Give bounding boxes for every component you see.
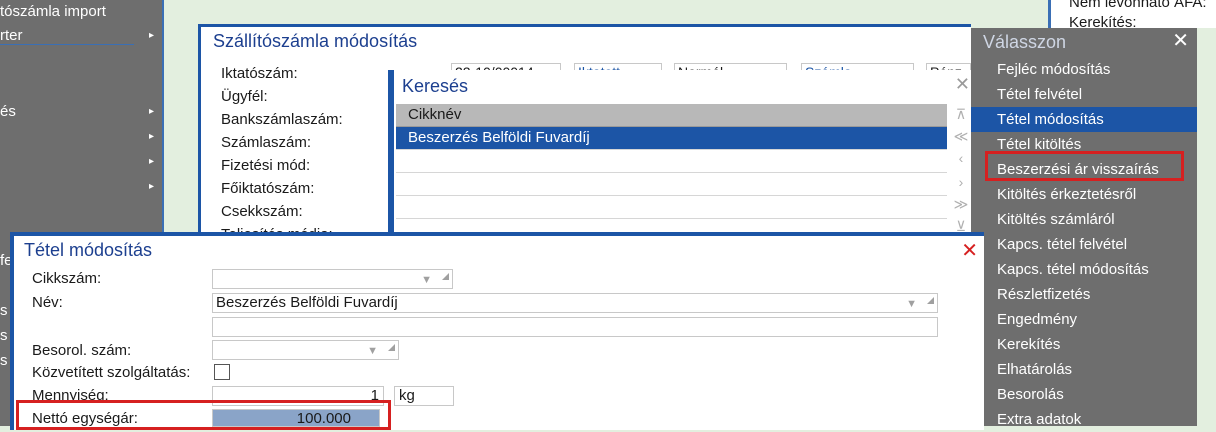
menu-item-label: Besorolás [997,386,1064,403]
menu-item-elhatarolas[interactable]: Elhatárolás [971,357,1197,382]
window-title: Tétel módosítás [24,240,153,260]
nev-label: Név: [32,294,63,311]
chevron-right-icon: ▸ [148,131,154,142]
menu-item-label: Kerekítés [997,336,1061,353]
close-icon[interactable]: ✕ [1172,28,1189,53]
chevron-right-icon: ▸ [148,106,154,117]
resize-grip-icon [927,297,934,304]
cikkszam-label: Cikkszám: [32,270,102,287]
menu-fragment[interactable]: s [0,327,8,344]
highlight-box [985,151,1184,181]
menu-item-label: Tétel módosítás [997,111,1104,128]
kozvetitett-checkbox[interactable] [214,364,230,380]
menu-item-tetel-modositas[interactable]: Tétel módosítás [971,107,1197,132]
menu-item-besorolas[interactable]: Besorolás [971,382,1197,407]
table-row[interactable] [396,196,947,219]
menu-item-label: Kapcs. tétel módosítás [997,261,1149,278]
menu-item-5[interactable]: ▸ [0,150,160,174]
menu-item-fejlec-modositas[interactable]: Fejléc módosítás [971,57,1197,82]
column-header-cikknev[interactable]: Cikknév [396,104,947,127]
besorol-dropdown[interactable]: ▼ [212,340,399,360]
menu-fragment[interactable]: s [0,352,8,369]
menu-title: Válasszon [983,32,1067,52]
window-title: Keresés [402,76,469,96]
table-row[interactable] [396,150,947,173]
first-page-icon[interactable]: ⊼ [952,106,970,123]
field-label: Főiktatószám: [221,180,315,197]
menu-fragment[interactable]: s [0,302,8,319]
chevron-right-icon: ▸ [148,156,154,167]
menu-item-kitoltes-erkeztetesrol[interactable]: Kitöltés érkeztetésről [971,182,1197,207]
menu-item-label: Kitöltés érkeztetésről [997,186,1137,203]
menu-item-szamla-import[interactable]: tószámla import [0,0,160,24]
menu-item-label: Kitöltés számláról [997,211,1115,228]
menu-item-label: Részletfizetés [997,286,1091,303]
table-row[interactable]: Beszerzés Belföldi Fuvardíj [396,127,947,150]
field-label: Iktatószám: [221,65,298,82]
besorol-label: Besorol. szám: [32,342,132,359]
left-menu: tószámla import rter ▸ és ▸ ▸ ▸ ▸ [0,0,164,232]
prev-icon[interactable]: ‹ [952,150,970,166]
summary-line: Nem levonható ÁFA: [1069,0,1207,11]
menu-item-label: Engedmény [997,311,1078,328]
dropdown-caret-icon: ▼ [421,274,432,286]
chevron-right-icon: ▸ [148,30,154,41]
menu-item-tetel-felvetel[interactable]: Tétel felvétel [971,82,1197,107]
menu-item-es[interactable]: és ▸ [0,100,160,124]
dropdown-caret-icon: ▼ [906,298,917,310]
menu-item-label: Extra adatok [997,411,1082,428]
menu-item-kerekites[interactable]: Kerekítés [971,332,1197,357]
unit-field[interactable]: kg [394,386,454,406]
menu-item-label: tószámla import [0,3,106,20]
column-header-label: Cikknév [408,106,462,123]
summary-line: Kerekítés: [1069,14,1137,28]
close-icon[interactable]: ✕ [961,238,978,263]
page-down-icon[interactable]: ≫ [952,196,970,213]
resize-grip-icon [388,344,395,351]
menu-divider [0,44,134,45]
menu-item-kapcs-tetel-felvetel[interactable]: Kapcs. tétel felvétel [971,232,1197,257]
field-label: Bankszámlaszám: [221,111,343,128]
field-label: Számlaszám: [221,134,312,151]
window-title: Szállítószámla módosítás [213,31,418,51]
menu-item-kapcs-tetel-modositas[interactable]: Kapcs. tétel módosítás [971,257,1197,282]
menu-item-engedmeny[interactable]: Engedmény [971,307,1197,332]
menu-item-kitoltes-szamlarol[interactable]: Kitöltés számláról [971,207,1197,232]
menu-item-extra-adatok[interactable]: Extra adatok [971,407,1197,432]
menu-item-reszletfizetes[interactable]: Részletfizetés [971,282,1197,307]
field-label: Ügyfél: [221,88,268,105]
table-cell: Beszerzés Belföldi Fuvardíj [408,129,590,146]
menu-item-label: Elhatárolás [997,361,1073,378]
menu-item-label: Kapcs. tétel felvétel [997,236,1128,253]
choose-menu: Válasszon ✕ Fejléc módosítás Tétel felvé… [971,28,1197,428]
dropdown-caret-icon: ▼ [367,345,378,357]
search-window: Keresés ✕ Cikknév Beszerzés Belföldi Fuv… [388,70,976,242]
nev-dropdown[interactable]: Beszerzés Belföldi Fuvardíj ▼ [212,293,938,313]
field-label: Fizetési mód: [221,157,311,174]
field-label: Csekkszám: [221,203,303,220]
menu-item-label: Fejléc módosítás [997,61,1111,78]
nev-extra-input[interactable] [212,317,938,337]
page-up-icon[interactable]: ≪ [952,128,970,145]
menu-item-label: rter [0,27,23,44]
menu-item-label: Tétel felvétel [997,86,1083,103]
kozvetitett-label: Közvetített szolgáltatás: [32,364,191,381]
table-row[interactable] [396,173,947,196]
menu-item-6[interactable]: ▸ [0,175,160,199]
resize-grip-icon [442,273,449,280]
menu-item-label: és [0,103,16,120]
chevron-right-icon: ▸ [148,181,154,192]
menu-item-4[interactable]: ▸ [0,125,160,149]
summary-panel: Nem levonható ÁFA: Kerekítés: [1048,0,1216,28]
close-icon[interactable]: ✕ [955,74,970,95]
dropdown-value: Beszerzés Belföldi Fuvardíj [216,294,398,311]
cikkszam-dropdown[interactable]: ▼ [212,269,453,289]
next-icon[interactable]: › [952,174,970,190]
